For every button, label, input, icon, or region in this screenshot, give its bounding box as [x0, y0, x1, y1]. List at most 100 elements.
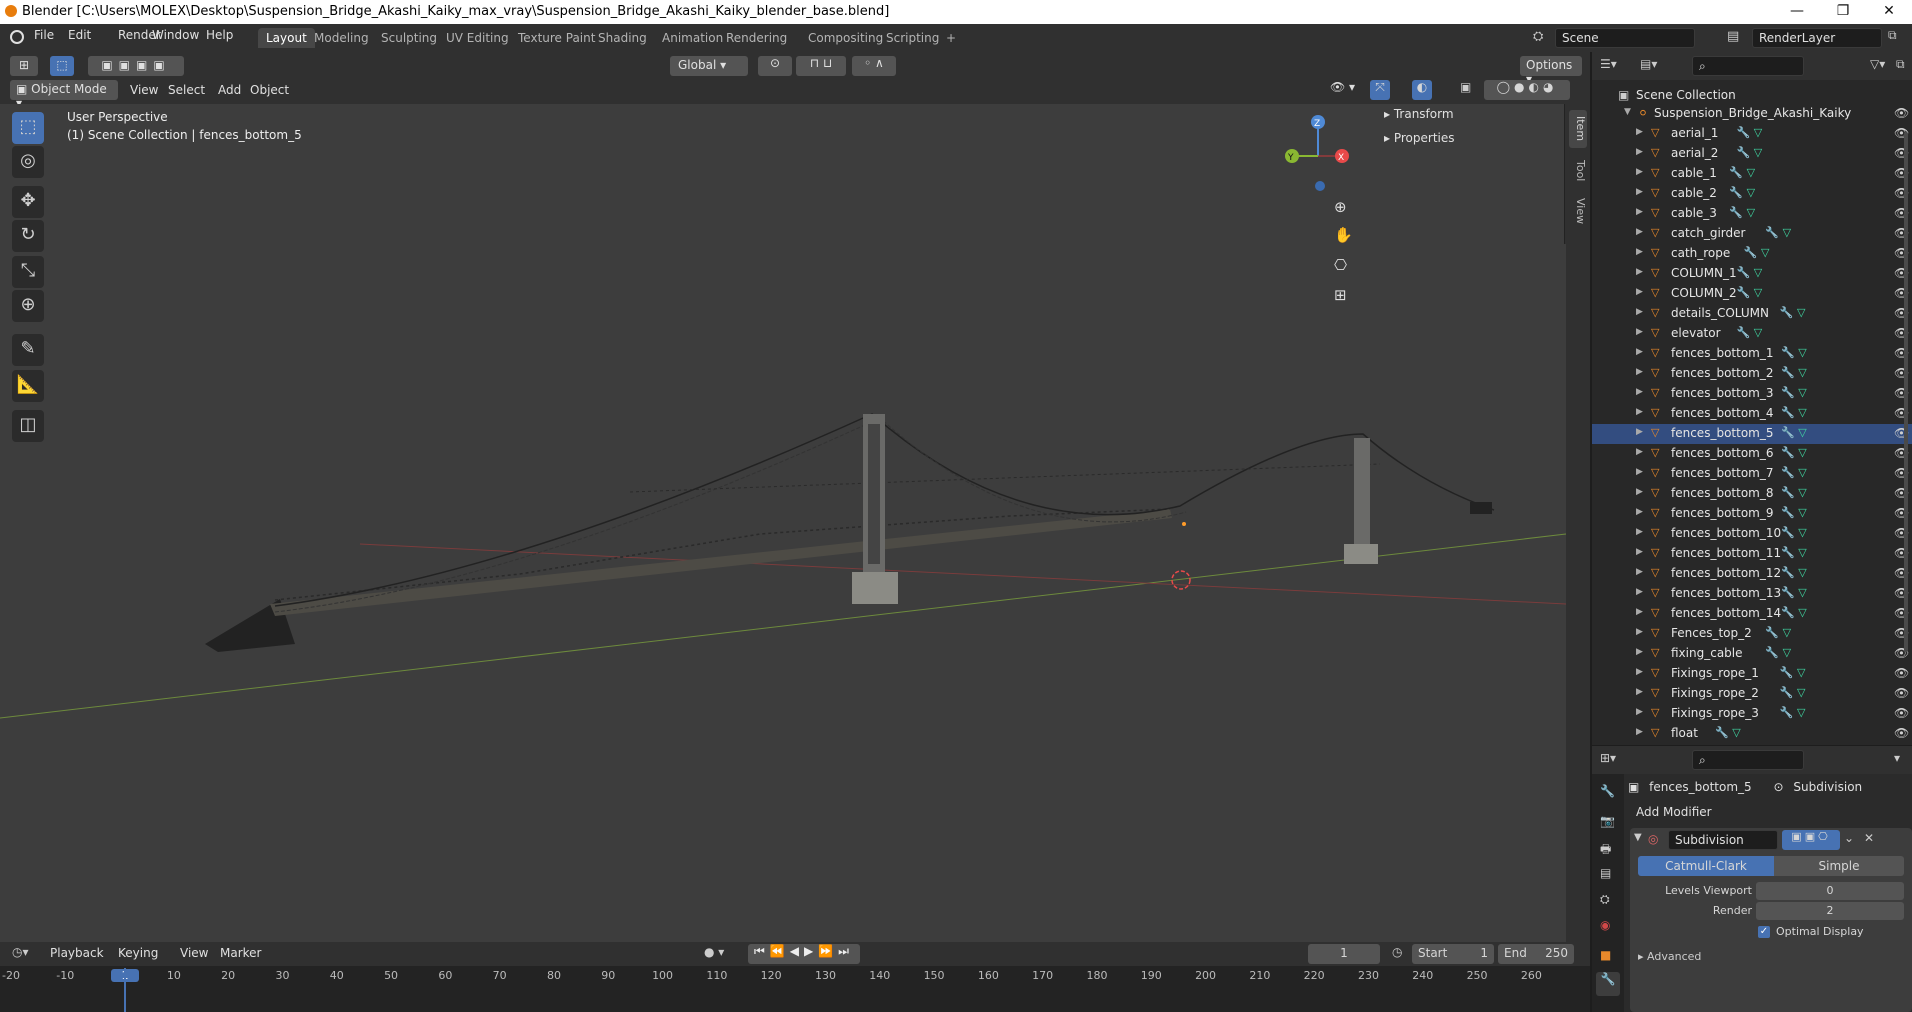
- add-modifier-dropdown[interactable]: Add Modifier: [1630, 802, 1912, 824]
- timeline-menu-view[interactable]: View: [180, 946, 208, 960]
- expand-arrow-icon[interactable]: ▼: [1624, 107, 1631, 117]
- outliner-collection-row[interactable]: ▼ ⚪ Suspension_Bridge_Akashi_Kaiky 👁: [1592, 104, 1912, 124]
- expand-arrow-icon[interactable]: ▶: [1636, 547, 1643, 557]
- mode-dropdown[interactable]: ▣ Object Mode ▾: [10, 80, 118, 110]
- expand-arrow-icon[interactable]: ▶: [1636, 587, 1643, 597]
- visibility-eye-icon[interactable]: 👁: [1894, 686, 1909, 700]
- modifier-wrench-icon[interactable]: 🔧 ▽: [1737, 126, 1763, 139]
- modifier-wrench-icon[interactable]: 🔧 ▽: [1781, 366, 1807, 379]
- expand-arrow-icon[interactable]: ▶: [1636, 667, 1643, 677]
- modifier-wrench-icon[interactable]: 🔧 ▽: [1781, 466, 1807, 479]
- visibility-eye-icon[interactable]: 👁: [1894, 106, 1909, 120]
- modifier-tab-icon[interactable]: 🔧: [1596, 972, 1620, 996]
- outliner-item[interactable]: ▶ ▽ Fences_top_2 🔧 ▽ 👁: [1592, 624, 1912, 644]
- 3d-viewport[interactable]: User Perspective (1) Scene Collection | …: [0, 104, 1566, 942]
- viewport-menu-add[interactable]: Add: [218, 83, 241, 97]
- viewport-menu-object[interactable]: Object: [250, 83, 289, 97]
- playback-controls[interactable]: ⏮⏪◀▶⏩⏭: [748, 944, 860, 964]
- viewport-menu-view[interactable]: View: [130, 83, 158, 97]
- expand-arrow-icon[interactable]: ▶: [1636, 427, 1643, 437]
- visibility-eye-icon[interactable]: 👁: [1894, 666, 1909, 680]
- modifier-name-input[interactable]: Subdivision: [1668, 830, 1778, 850]
- view-layer-add-icon[interactable]: ⧉: [1888, 28, 1897, 43]
- render-layer-selector[interactable]: RenderLayer: [1752, 28, 1882, 48]
- workspace-tab-2[interactable]: Sculpting: [373, 28, 445, 48]
- modifier-wrench-icon[interactable]: 🔧 ▽: [1765, 646, 1791, 659]
- outliner-item[interactable]: ▶ ▽ cable_2 🔧 ▽ 👁: [1592, 184, 1912, 204]
- modifier-wrench-icon[interactable]: 🔧 ▽: [1781, 346, 1807, 359]
- modifier-wrench-icon[interactable]: 🔧 ▽: [1737, 286, 1763, 299]
- modifier-wrench-icon[interactable]: 🔧 ▽: [1781, 386, 1807, 399]
- close-button[interactable]: ✕: [1866, 0, 1912, 24]
- camera-icon[interactable]: ⎔: [1334, 256, 1347, 274]
- expand-arrow-icon[interactable]: ▶: [1636, 627, 1643, 637]
- workspace-tab-9[interactable]: Scripting: [878, 28, 947, 48]
- menu-help[interactable]: Help: [206, 28, 233, 42]
- outliner-item[interactable]: ▶ ▽ fences_bottom_1 🔧 ▽ 👁: [1592, 344, 1912, 364]
- workspace-tab-10[interactable]: +: [938, 28, 964, 48]
- timeline-editor-icon[interactable]: ◷▾: [12, 945, 29, 959]
- outliner-item[interactable]: ▶ ▽ cable_1 🔧 ▽ 👁: [1592, 164, 1912, 184]
- tab-tool[interactable]: Tool: [1569, 154, 1587, 188]
- current-frame-field[interactable]: 1: [1308, 944, 1380, 964]
- outliner-item[interactable]: ▶ ▽ fences_bottom_11 🔧 ▽ 👁: [1592, 544, 1912, 564]
- outliner-item[interactable]: ▶ ▽ elevator 🔧 ▽ 👁: [1592, 324, 1912, 344]
- optimal-display-checkbox[interactable]: ✓: [1758, 926, 1770, 938]
- outliner-item[interactable]: ▶ ▽ fences_bottom_13 🔧 ▽ 👁: [1592, 584, 1912, 604]
- world-tab-icon[interactable]: ◉: [1600, 918, 1610, 932]
- modifier-wrench-icon[interactable]: 🔧 ▽: [1781, 426, 1807, 439]
- expand-arrow-icon[interactable]: ▶: [1636, 147, 1643, 157]
- render-layer-icon[interactable]: ▤: [1727, 29, 1739, 44]
- modifier-wrench-icon[interactable]: 🔧 ▽: [1729, 186, 1755, 199]
- modifier-wrench-icon[interactable]: 🔧 ▽: [1744, 246, 1770, 259]
- expand-arrow-icon[interactable]: ▶: [1636, 647, 1643, 657]
- expand-arrow-icon[interactable]: ▶: [1636, 327, 1643, 337]
- tab-view[interactable]: View: [1569, 194, 1587, 228]
- cursor-tool-icon[interactable]: ◎: [12, 146, 44, 178]
- add-cube-tool-icon[interactable]: ◫: [12, 410, 44, 442]
- outliner-item[interactable]: ▶ ▽ COLUMN_1 🔧 ▽ 👁: [1592, 264, 1912, 284]
- outliner-item[interactable]: ▶ ▽ fences_bottom_14 🔧 ▽ 👁: [1592, 604, 1912, 624]
- start-frame-field[interactable]: Start 1: [1412, 944, 1494, 964]
- playhead[interactable]: [124, 968, 126, 1012]
- outliner-item[interactable]: ▶ ▽ Fixings_rope_1 🔧 ▽ 👁: [1592, 664, 1912, 684]
- outliner-item[interactable]: ▶ ▽ fences_bottom_4 🔧 ▽ 👁: [1592, 404, 1912, 424]
- modifier-display-toggles[interactable]: ▣▣⎔: [1782, 830, 1840, 850]
- properties-panel[interactable]: ▸ Properties: [1376, 128, 1544, 150]
- workspace-tab-5[interactable]: Shading: [590, 28, 655, 48]
- expand-arrow-icon[interactable]: ▶: [1636, 607, 1643, 617]
- outliner-item[interactable]: ▶ ▽ fences_bottom_7 🔧 ▽ 👁: [1592, 464, 1912, 484]
- timeline-menu-keying[interactable]: Keying: [118, 946, 158, 960]
- expand-arrow-icon[interactable]: ▶: [1636, 307, 1643, 317]
- outliner-item[interactable]: ▶ ▽ Fixings_rope_2 🔧 ▽ 👁: [1592, 684, 1912, 704]
- display-mode-icon[interactable]: ▤▾: [1640, 57, 1657, 71]
- outliner-item[interactable]: ▶ ▽ COLUMN_2 🔧 ▽ 👁: [1592, 284, 1912, 304]
- expand-arrow-icon[interactable]: ▶: [1636, 447, 1643, 457]
- expand-arrow-icon[interactable]: ▶: [1636, 267, 1643, 277]
- workspace-tab-7[interactable]: Rendering: [718, 28, 795, 48]
- menu-edit[interactable]: Edit: [68, 28, 91, 42]
- expand-arrow-icon[interactable]: ▶: [1636, 527, 1643, 537]
- modifier-wrench-icon[interactable]: 🔧 ▽: [1729, 206, 1755, 219]
- scale-tool-icon[interactable]: ⤡: [12, 256, 44, 288]
- zoom-icon[interactable]: ⊕: [1334, 198, 1347, 216]
- expand-arrow-icon[interactable]: ▶: [1636, 367, 1643, 377]
- catmull-clark-tab[interactable]: Catmull-Clark: [1638, 856, 1774, 876]
- transform-orientation-dropdown[interactable]: Global ▾: [670, 56, 748, 76]
- expand-arrow-icon[interactable]: ▶: [1636, 127, 1643, 137]
- modifier-wrench-icon[interactable]: 🔧 ▽: [1781, 526, 1807, 539]
- advanced-subpanel[interactable]: ▸ Advanced: [1638, 950, 1701, 963]
- modifier-wrench-icon[interactable]: 🔧 ▽: [1765, 626, 1791, 639]
- select-tool-icon[interactable]: ⬚: [50, 56, 74, 76]
- restore-button[interactable]: ❐: [1820, 0, 1866, 24]
- outliner-editor-icon[interactable]: ☰▾: [1600, 57, 1617, 71]
- properties-search-input[interactable]: ⌕: [1692, 750, 1804, 770]
- scene-icon[interactable]: ⛭: [1533, 29, 1543, 44]
- modifier-wrench-icon[interactable]: 🔧 ▽: [1781, 606, 1807, 619]
- timeline-ruler[interactable]: -20-101102030405060708090100110120130140…: [0, 966, 1590, 988]
- timeline-menu-marker[interactable]: Marker: [220, 946, 261, 960]
- overlay-toggle-icon[interactable]: ◐: [1412, 80, 1432, 100]
- modifier-wrench-icon[interactable]: 🔧 ▽: [1729, 166, 1755, 179]
- modifier-wrench-icon[interactable]: 🔧 ▽: [1737, 266, 1763, 279]
- expand-arrow-icon[interactable]: ▶: [1636, 287, 1643, 297]
